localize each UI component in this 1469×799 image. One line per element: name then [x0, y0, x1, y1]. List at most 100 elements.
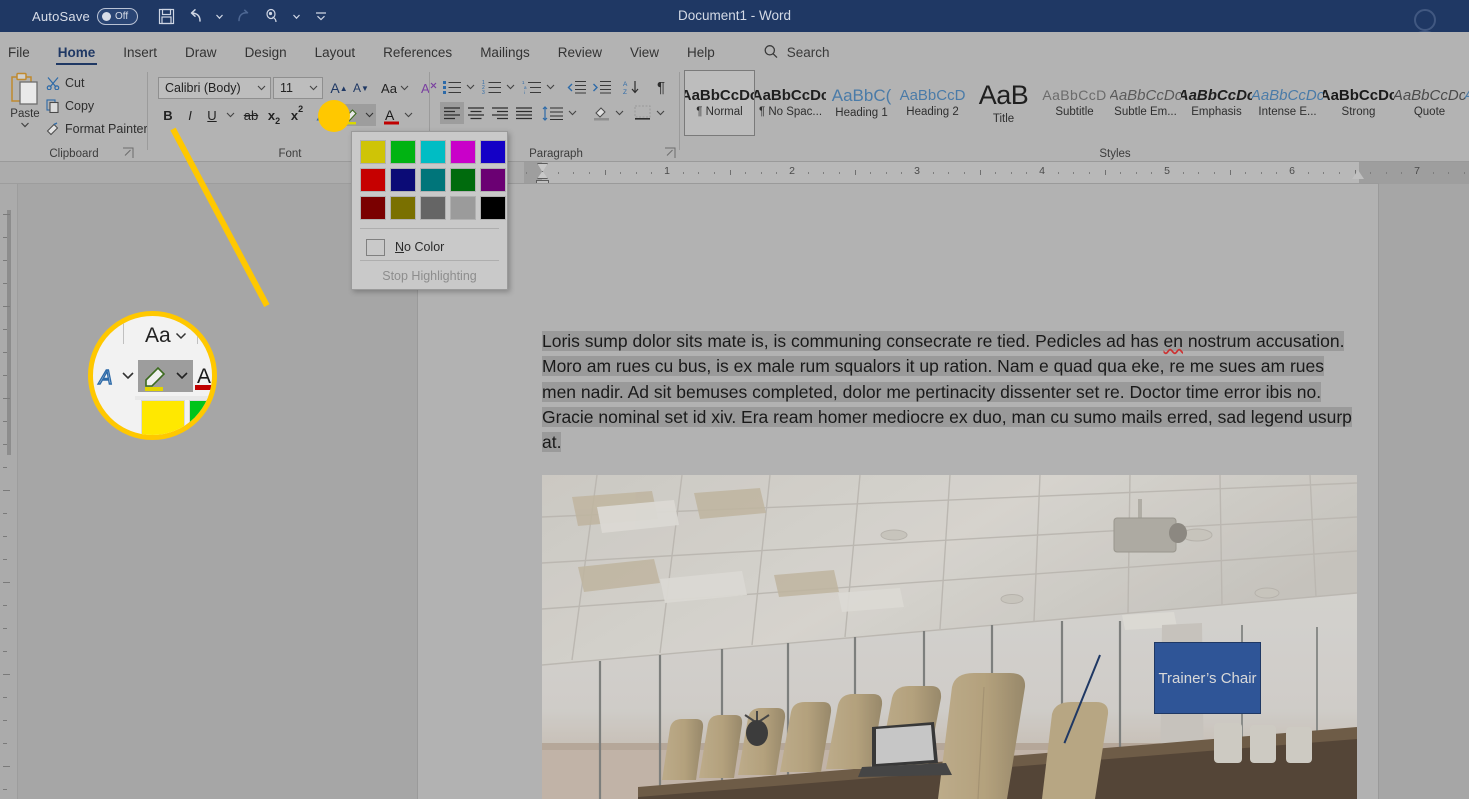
style-item-emphasis[interactable]: AaBbCcDc Emphasis	[1181, 70, 1252, 136]
font-name-combobox[interactable]: Calibri (Body)	[158, 77, 271, 99]
style-item-heading-2[interactable]: AaBbCcD Heading 2	[897, 70, 968, 136]
align-right-icon[interactable]	[488, 102, 512, 124]
tab-references[interactable]: References	[369, 45, 466, 67]
tab-review[interactable]: Review	[544, 45, 616, 67]
change-case-icon[interactable]: Aa	[378, 77, 412, 99]
justify-icon[interactable]	[512, 102, 536, 124]
style-item-heading-1[interactable]: AaBbC( Heading 1	[826, 70, 897, 136]
grow-font-icon[interactable]: A ▲	[328, 77, 350, 99]
customize-quick-access-icon[interactable]	[308, 3, 334, 29]
copy-button[interactable]: Copy	[46, 99, 94, 113]
document-page[interactable]: Loris sump dolor sits mate is, is commun…	[418, 184, 1378, 799]
increase-indent-icon[interactable]	[590, 76, 614, 98]
tab-mailings[interactable]: Mailings	[466, 45, 544, 67]
style-item-intense-emphasis[interactable]: AaBbCcDc Intense E...	[1252, 70, 1323, 136]
document-paragraph[interactable]: Loris sump dolor sits mate is, is commun…	[542, 329, 1357, 455]
bold-button[interactable]: B	[158, 104, 178, 126]
highlight-swatch-blue[interactable]	[480, 140, 506, 164]
bullets-icon[interactable]	[440, 76, 464, 98]
cut-button[interactable]: Cut	[46, 76, 84, 90]
tab-draw[interactable]: Draw	[171, 45, 231, 67]
highlight-swatch-turquoise[interactable]	[420, 140, 446, 164]
align-left-icon[interactable]	[440, 102, 464, 124]
horizontal-ruler[interactable]: 1 2 3 4 5 6 7	[0, 162, 1469, 190]
style-item-subtitle[interactable]: AaBbCcD Subtitle	[1039, 70, 1110, 136]
autosave-toggle[interactable]: Off	[96, 7, 138, 25]
tab-design[interactable]: Design	[231, 45, 301, 67]
no-color-option[interactable]: No Color	[352, 232, 507, 262]
numbering-icon[interactable]: 123	[480, 76, 504, 98]
text-highlight-color-palette[interactable]: No Color Stop Highlighting	[351, 131, 508, 290]
font-color-button[interactable]: A	[380, 104, 402, 126]
line-spacing-dropdown-icon[interactable]	[566, 102, 579, 124]
tab-view[interactable]: View	[616, 45, 673, 67]
text-highlight-color-dropdown-icon[interactable]	[363, 104, 376, 126]
format-painter-button[interactable]: Format Painter	[46, 122, 148, 136]
highlight-swatch-pink[interactable]	[450, 140, 476, 164]
highlight-swatch-violet[interactable]	[480, 168, 506, 192]
multilevel-list-icon[interactable]: 1ai	[520, 76, 544, 98]
show-formatting-marks-icon[interactable]: ¶	[649, 76, 673, 98]
decrease-indent-icon[interactable]	[565, 76, 589, 98]
highlight-swatch-red[interactable]	[360, 168, 386, 192]
borders-dropdown-icon[interactable]	[654, 102, 667, 124]
highlight-swatch-gray-50[interactable]	[420, 196, 446, 220]
clipboard-dialog-launcher[interactable]	[122, 147, 134, 159]
conference-room-photo[interactable]: Trainer’s Chair	[542, 475, 1357, 799]
highlight-swatch-green[interactable]	[450, 168, 476, 192]
tab-layout[interactable]: Layout	[301, 45, 370, 67]
strikethrough-button[interactable]: ab	[240, 104, 262, 126]
line-spacing-icon[interactable]	[540, 102, 566, 124]
callout-trainers-chair[interactable]: Trainer’s Chair	[1154, 642, 1261, 714]
underline-button[interactable]: U	[202, 104, 222, 126]
paste-button[interactable]: Paste	[4, 72, 46, 138]
superscript-button[interactable]: x2	[286, 104, 308, 126]
tab-help[interactable]: Help	[673, 45, 729, 67]
style-item-subtle-emphasis[interactable]: AaBbCcDc Subtle Em...	[1110, 70, 1181, 136]
highlight-swatch-teal[interactable]	[420, 168, 446, 192]
paste-dropdown-icon[interactable]	[20, 121, 30, 129]
style-item-no-spacing[interactable]: AaBbCcDc ¶ No Spac...	[755, 70, 826, 136]
shading-icon[interactable]	[589, 102, 613, 124]
highlight-swatch-yellow[interactable]	[360, 140, 386, 164]
highlight-swatch-dark-yellow[interactable]	[390, 196, 416, 220]
vertical-ruler[interactable]	[0, 184, 18, 799]
tab-insert[interactable]: Insert	[109, 45, 171, 67]
highlight-swatch-gray-25[interactable]	[450, 196, 476, 220]
tab-home[interactable]: Home	[44, 45, 110, 67]
search-box[interactable]: Search	[763, 44, 830, 66]
bullets-dropdown-icon[interactable]	[464, 76, 477, 98]
sort-icon[interactable]: AZ	[620, 76, 644, 98]
tab-file[interactable]: File	[0, 45, 44, 67]
stop-highlighting-option[interactable]: Stop Highlighting	[352, 264, 507, 288]
underline-dropdown-icon[interactable]	[223, 104, 237, 126]
undo-icon[interactable]	[183, 3, 209, 29]
highlight-swatch-black[interactable]	[480, 196, 506, 220]
touch-mode-dropdown-icon[interactable]	[289, 3, 305, 29]
highlight-swatch-bright-green[interactable]	[390, 140, 416, 164]
style-item-strong[interactable]: AaBbCcDc Strong	[1323, 70, 1394, 136]
style-item-intense-quote[interactable]: AaBbCcDc Intense Q...	[1465, 70, 1469, 136]
multilevel-list-dropdown-icon[interactable]	[544, 76, 557, 98]
borders-icon[interactable]	[630, 102, 654, 124]
style-item-title[interactable]: AaB Title	[968, 70, 1039, 136]
right-indent-marker[interactable]	[1352, 170, 1364, 179]
font-size-combobox[interactable]: 11	[273, 77, 323, 99]
autosave-control[interactable]: AutoSave Off	[32, 7, 138, 25]
style-item-normal[interactable]: AaBbCcDc ¶ Normal	[684, 70, 755, 136]
numbering-dropdown-icon[interactable]	[504, 76, 517, 98]
align-center-icon[interactable]	[464, 102, 488, 124]
save-icon[interactable]	[154, 3, 180, 29]
style-item-quote[interactable]: AaBbCcDc Quote	[1394, 70, 1465, 136]
touch-mode-icon[interactable]	[260, 3, 286, 29]
italic-button[interactable]: I	[180, 104, 200, 126]
undo-dropdown-icon[interactable]	[212, 3, 228, 29]
subscript-button[interactable]: x2	[263, 104, 285, 127]
highlight-swatch-dark-blue[interactable]	[390, 168, 416, 192]
shading-dropdown-icon[interactable]	[613, 102, 626, 124]
shrink-font-icon[interactable]: A ▼	[350, 77, 372, 99]
font-color-dropdown-icon[interactable]	[402, 104, 415, 126]
paragraph-dialog-launcher[interactable]	[664, 147, 676, 159]
highlight-swatch-dark-red[interactable]	[360, 196, 386, 220]
redo-icon[interactable]	[231, 3, 257, 29]
